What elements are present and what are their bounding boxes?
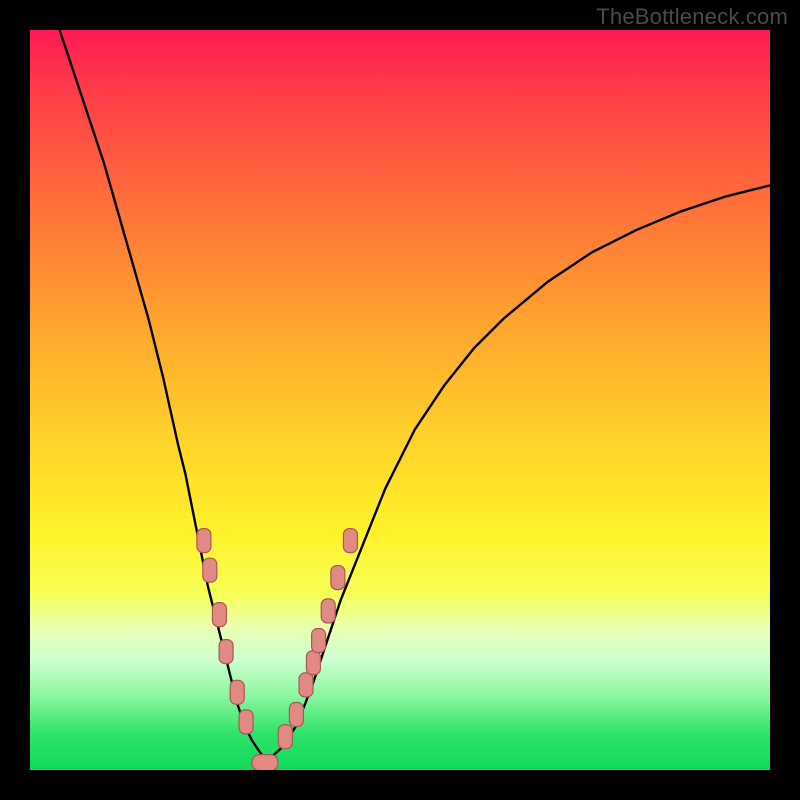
marker-bottom-bar (252, 755, 278, 770)
marker-right-4 (312, 629, 326, 653)
marker-right-5 (321, 599, 335, 623)
marker-left-3 (219, 640, 233, 664)
marker-right-6 (331, 566, 345, 590)
marker-left-4 (230, 680, 244, 704)
chart-frame: TheBottleneck.com (0, 0, 800, 800)
chart-svg (30, 30, 770, 770)
watermark-text: TheBottleneck.com (596, 4, 788, 30)
marker-left-1 (203, 558, 217, 582)
marker-right-3 (306, 651, 320, 675)
marker-left-2 (212, 603, 226, 627)
marker-left-5 (239, 710, 253, 734)
marker-right-0 (278, 725, 292, 749)
marker-right-7 (343, 529, 357, 553)
marker-right-1 (289, 703, 303, 727)
curve-left-branch (60, 30, 267, 761)
curve-right-branch (267, 185, 770, 761)
marker-left-0 (197, 529, 211, 553)
marker-right-2 (299, 673, 313, 697)
chart-plot-area (30, 30, 770, 770)
